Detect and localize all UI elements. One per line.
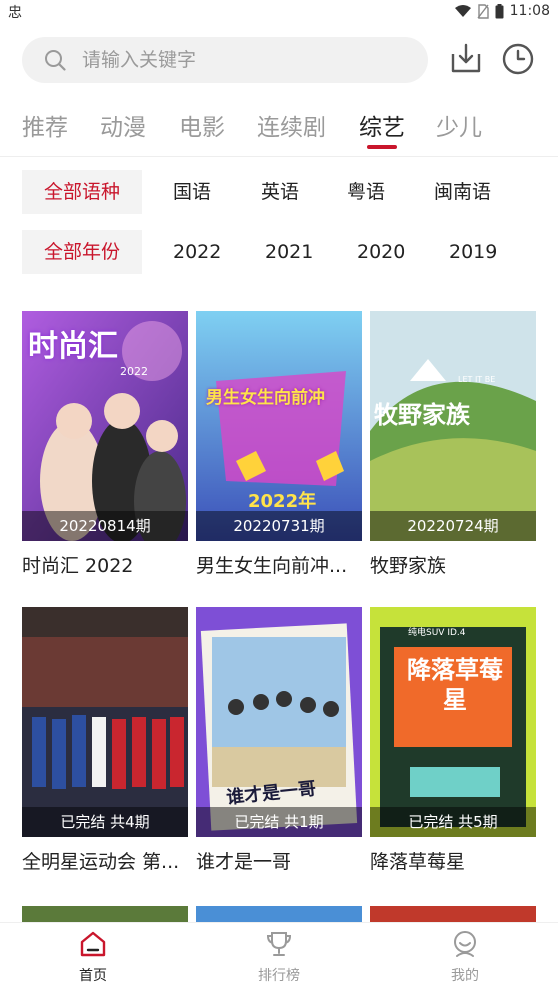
video-card[interactable]: 已完结 共4期 全明星运动会 第... [22,607,188,874]
episode-caption: 已完结 共1期 [196,807,362,837]
episode-caption: 已完结 共5期 [370,807,536,837]
video-card[interactable]: 纯电SUV ID.4 降落草莓星 已完结 共5期 降落草莓星 [370,607,536,874]
filter-year-2022[interactable]: 2022 [173,230,221,274]
category-tabs: 推荐 动漫 电影 连续剧 综艺 少儿 [0,100,558,156]
poster-image: 纯电SUV ID.4 降落草莓星 已完结 共5期 [370,607,536,837]
status-notification-icon: 忠 [8,5,22,21]
episode-caption: 20220724期 [370,511,536,541]
poster-image[interactable] [196,906,362,922]
tab-variety[interactable]: 综艺 [359,108,405,142]
battery-icon [495,3,504,18]
active-tab-indicator [367,145,397,149]
status-time: 11:08 [509,3,550,19]
card-title: 全明星运动会 第... [22,851,180,873]
video-card[interactable]: 时尚汇 2022 20220814期 时尚汇 2022 [22,311,188,578]
video-card[interactable]: 男生女生向前冲 2022年 20220731期 男生女生向前冲... [196,311,362,578]
filter-language-minnan[interactable]: 闽南语 [434,170,491,214]
poster-title-text: 牧野家族 [374,401,470,429]
download-icon[interactable] [449,42,483,76]
nav-home-label: 首页 [79,968,107,984]
nav-ranking-label: 排行榜 [258,968,300,984]
wifi-icon [454,5,471,17]
filter-language-mandarin[interactable]: 国语 [173,170,211,214]
language-filter-row: 全部语种 国语 英语 粤语 闽南语 [0,170,558,214]
nav-home[interactable]: 首页 [33,929,153,985]
poster-image[interactable] [370,906,536,922]
search-bar[interactable] [22,37,428,83]
filter-language-all[interactable]: 全部语种 [22,170,143,214]
tab-kids[interactable]: 少儿 [436,108,482,142]
card-title: 谁才是一哥 [196,851,292,873]
video-card[interactable]: 谁才是一哥 已完结 共1期 谁才是一哥 [196,607,362,874]
nav-ranking[interactable]: 排行榜 [219,929,339,985]
no-sim-icon [477,3,489,19]
home-icon [80,931,106,957]
poster-title-text: 男生女生向前冲 [206,388,325,408]
status-bar: 忠 11:08 [0,0,558,24]
year-filter-row: 全部年份 2022 2021 2020 2019 [0,230,558,274]
bottom-nav: 首页 排行榜 我的 [0,922,558,993]
tab-movie[interactable]: 电影 [179,108,225,142]
poster-image: 谁才是一哥 已完结 共1期 [196,607,362,837]
poster-art [370,607,536,837]
card-title: 时尚汇 2022 [22,555,134,577]
profile-icon [454,931,476,957]
poster-image: 时尚汇 2022 20220814期 [22,311,188,541]
filter-year-2021[interactable]: 2021 [265,230,313,274]
filter-year-2019[interactable]: 2019 [449,230,497,274]
poster-subtitle: LET IT BE [458,375,496,384]
poster-image[interactable] [22,906,188,922]
nav-profile-label: 我的 [451,968,479,984]
search-icon [45,50,66,71]
poster-image: 已完结 共4期 [22,607,188,837]
poster-title-text: 降落草莓星 [407,656,503,714]
video-card[interactable]: 牧野家族 LET IT BE 20220724期 牧野家族 [370,311,536,578]
history-clock-icon[interactable] [501,42,535,76]
filter-year-2020[interactable]: 2020 [357,230,405,274]
poster-art [22,607,188,837]
poster-image: 男生女生向前冲 2022年 20220731期 [196,311,362,541]
episode-caption: 20220814期 [22,511,188,541]
episode-caption: 20220731期 [196,511,362,541]
poster-subtitle: 2022年 [248,491,317,512]
trophy-icon [266,932,292,956]
filter-language-english[interactable]: 英语 [261,170,299,214]
card-title: 牧野家族 [370,555,447,577]
episode-caption: 已完结 共4期 [22,807,188,837]
poster-title-text: 时尚汇 [28,329,118,364]
poster-subtitle: 2022 [120,365,148,378]
tab-anime[interactable]: 动漫 [100,108,146,142]
tab-recommend[interactable]: 推荐 [22,108,68,142]
tab-series[interactable]: 连续剧 [257,108,326,142]
divider [0,156,558,157]
card-title: 男生女生向前冲... [196,555,348,577]
poster-image: 牧野家族 LET IT BE 20220724期 [370,311,536,541]
filter-language-cantonese[interactable]: 粤语 [347,170,385,214]
poster-subtitle: 纯电SUV ID.4 [408,628,466,638]
card-title: 降落草莓星 [370,851,466,873]
search-input[interactable] [80,48,384,72]
filter-year-all[interactable]: 全部年份 [22,230,143,274]
nav-profile[interactable]: 我的 [405,929,525,985]
